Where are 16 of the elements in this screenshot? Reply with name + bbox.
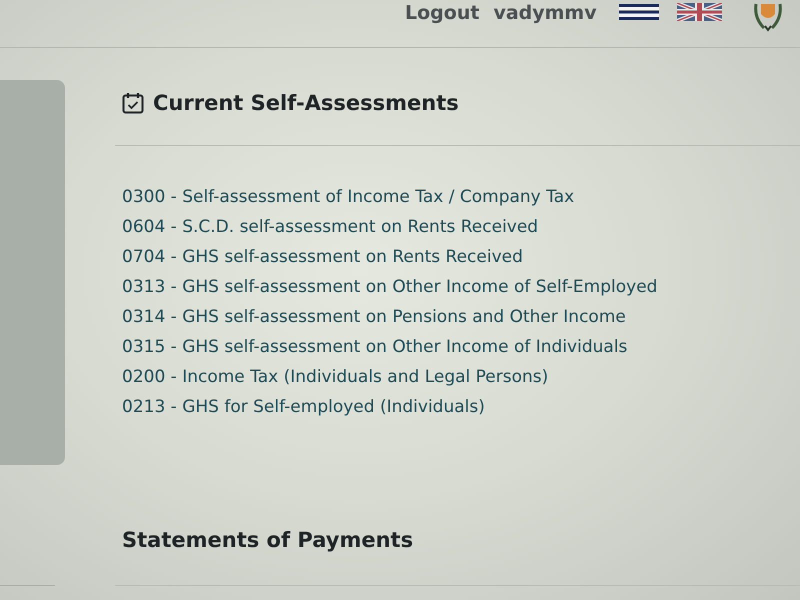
assessment-link[interactable]: 0300 - Self-assessment of Income Tax / Company Tax (122, 187, 574, 207)
user-name: vadymmv (493, 2, 597, 24)
assessment-link[interactable]: 0314 - GHS self-assessment on Pensions and Other Income (122, 307, 626, 327)
section-heading: Current Self-Assessments (153, 90, 459, 117)
striped-flag-icon[interactable] (618, 4, 659, 20)
section-heading: Statements of Payments (122, 527, 414, 554)
assessment-link[interactable]: 0213 - GHS for Self-employed (Individuals) (122, 397, 485, 417)
calendar-check-icon (122, 92, 144, 114)
assessment-link[interactable]: 0315 - GHS self-assessment on Other Income of Individuals (122, 337, 628, 357)
emblem-icon (752, 2, 784, 32)
uk-flag-icon[interactable] (676, 3, 722, 21)
assessment-link[interactable]: 0200 - Income Tax (Individuals and Legal Persons) (122, 367, 548, 387)
logout-link[interactable]: Logout (405, 2, 480, 24)
assessment-link[interactable]: 0604 - S.C.D. self-assessment on Rents Received (122, 217, 538, 237)
assessment-link[interactable]: 0704 - GHS self-assessment on Rents Received (122, 247, 523, 267)
assessment-link[interactable]: 0313 - GHS self-assessment on Other Income of Self-Employed (122, 277, 658, 297)
